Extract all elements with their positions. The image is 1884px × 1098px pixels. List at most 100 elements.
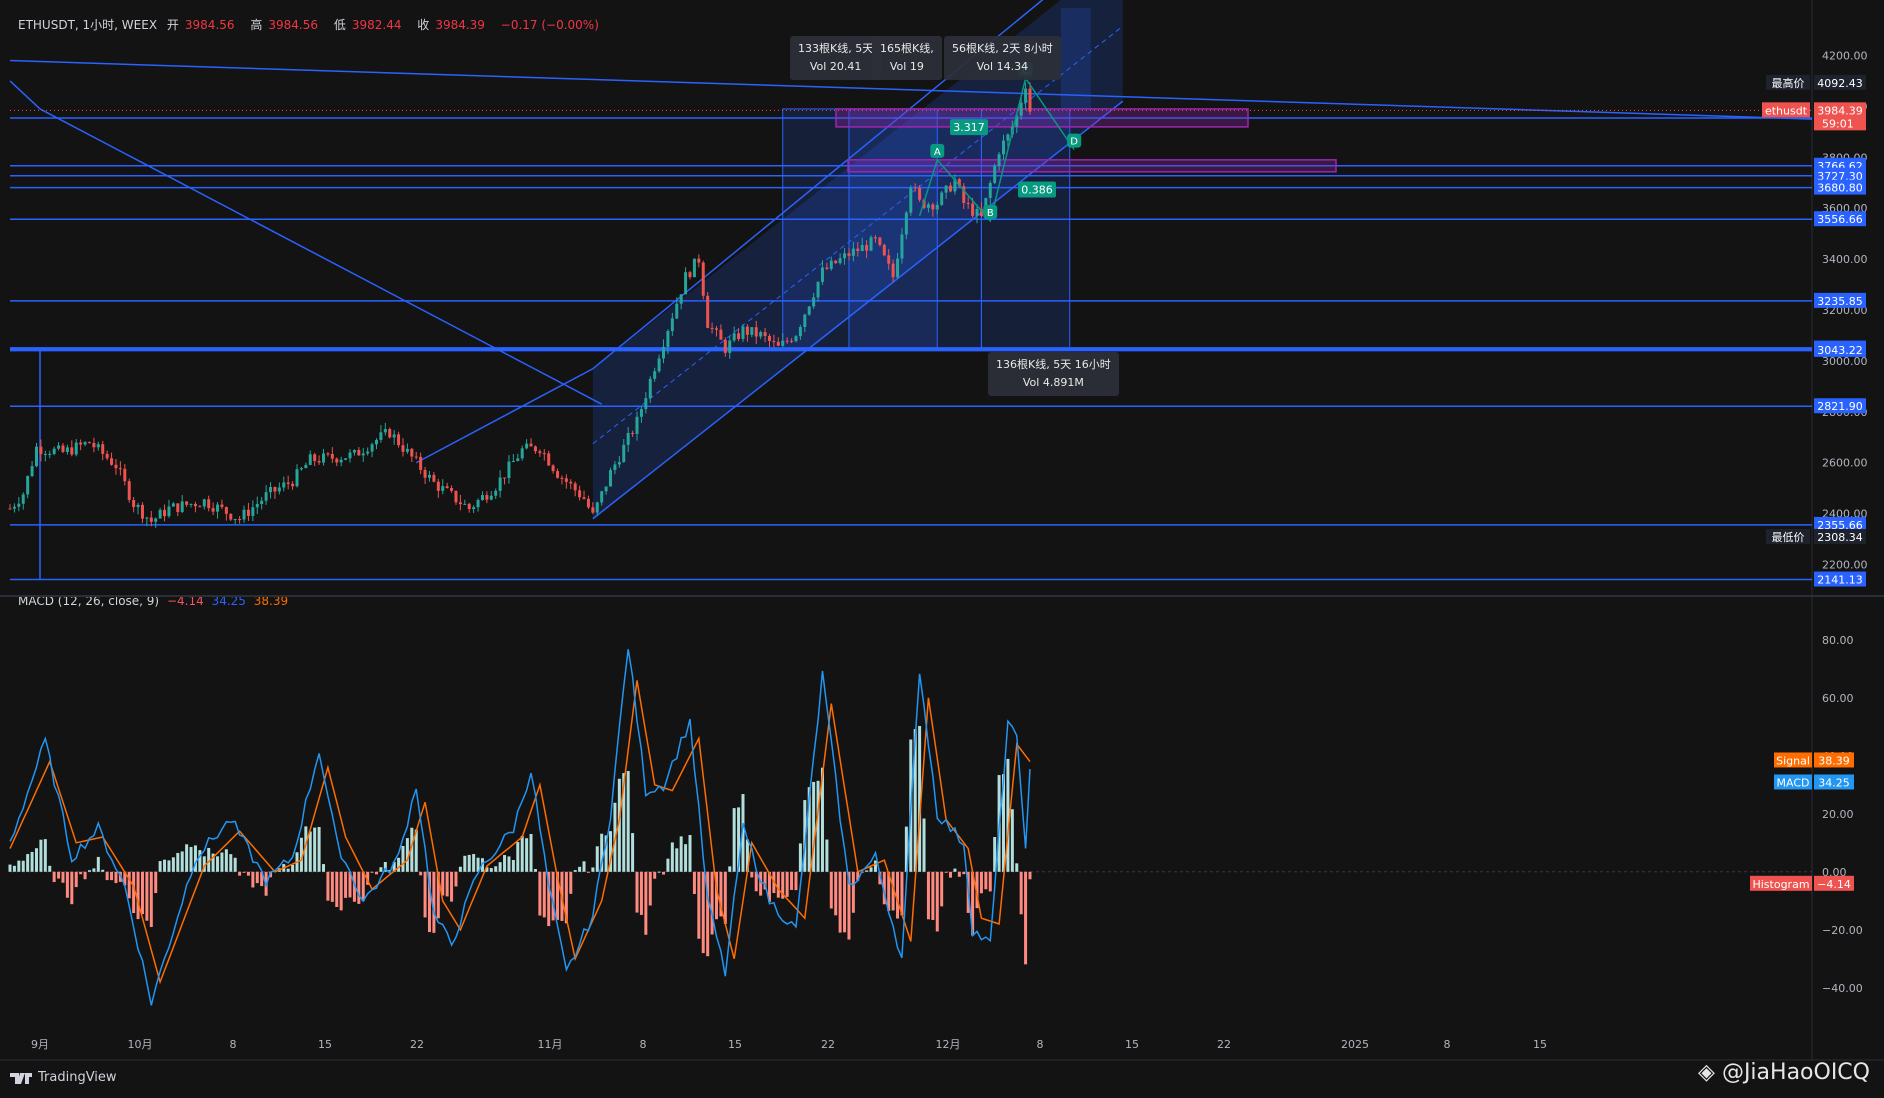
hist-bar-222 <box>988 871 992 892</box>
time-tick-10: 8 <box>1037 1038 1044 1051</box>
hist-bar-94 <box>423 871 427 918</box>
candle-body-225 <box>1002 140 1006 155</box>
range-box-3 <box>980 108 1071 350</box>
hist-bar-32 <box>149 871 153 928</box>
candle-body-140 <box>626 433 630 445</box>
candle-body-30 <box>140 504 144 519</box>
candle-body-160 <box>714 328 718 330</box>
candle-body-20 <box>96 444 100 448</box>
macd-tick: −20.00 <box>1822 924 1863 937</box>
candle-body-39 <box>180 501 184 512</box>
hist-bar-14 <box>70 871 74 905</box>
hist-bar-101 <box>454 871 458 887</box>
candle-body-11 <box>57 445 61 449</box>
candle-body-115 <box>516 458 520 461</box>
hist-bar-130 <box>582 861 586 872</box>
hist-bar-231 <box>1028 871 1032 880</box>
hist-bar-145 <box>648 871 652 906</box>
candle-body-52 <box>238 518 242 520</box>
candle-body-156 <box>697 258 701 263</box>
trendline-stub <box>9 80 41 110</box>
hist-bar-8 <box>43 839 47 872</box>
range-box-2 <box>848 108 982 350</box>
hist-bar-209 <box>931 871 935 920</box>
hist-bar-176 <box>785 871 789 897</box>
hist-bar-27 <box>127 871 131 899</box>
hist-bar-220 <box>979 871 983 894</box>
candle-body-152 <box>679 294 683 304</box>
hist-bar-50 <box>229 854 233 872</box>
hist-bar-33 <box>154 871 158 894</box>
candle-body-155 <box>692 258 696 278</box>
hist-bar-213 <box>949 871 953 878</box>
candle-body-150 <box>670 318 674 332</box>
candle-body-40 <box>185 501 189 505</box>
candle-body-167 <box>745 326 749 335</box>
hist-bar-49 <box>224 849 228 872</box>
candle-body-101 <box>454 490 458 503</box>
candle-body-12 <box>61 445 65 452</box>
macd-tick: 20.00 <box>1822 808 1854 821</box>
candle-body-175 <box>781 340 785 346</box>
hist-bar-168 <box>750 871 754 878</box>
candle-body-48 <box>220 504 224 508</box>
candle-body-223 <box>993 165 997 183</box>
hist-bar-230 <box>1024 871 1028 965</box>
candle-body-166 <box>741 326 745 339</box>
hist-bar-103 <box>463 855 467 872</box>
candle-body-19 <box>92 442 96 448</box>
candle-body-173 <box>772 341 776 343</box>
candle-body-92 <box>414 456 418 458</box>
candle-body-193 <box>860 245 864 252</box>
hist-bar-196 <box>873 860 877 872</box>
candle-body-102 <box>458 502 462 505</box>
time-tick-15: 15 <box>1533 1038 1547 1051</box>
hist-bar-80 <box>361 871 365 902</box>
candle-body-114 <box>511 460 515 462</box>
candle-body-7 <box>39 446 43 455</box>
high-marker-label: 最高价 <box>1772 76 1805 90</box>
candle-body-210 <box>935 204 939 210</box>
candle-body-2 <box>17 503 21 507</box>
candle-body-80 <box>361 453 365 456</box>
candle-body-169 <box>754 327 758 337</box>
candle-body-35 <box>163 509 167 517</box>
hist-bar-170 <box>759 871 763 896</box>
candle-body-170 <box>759 332 763 337</box>
price-chart[interactable]: ABCD3.3170.3864200.004000.003800.003600.… <box>0 0 1884 1098</box>
hist-bar-29 <box>136 871 140 920</box>
candle-body-16 <box>79 442 83 445</box>
hist-bar-30 <box>140 871 144 915</box>
candle-body-0 <box>8 508 12 510</box>
hist-bar-210 <box>935 871 939 932</box>
candle-body-109 <box>489 495 493 500</box>
candle-body-206 <box>918 187 922 200</box>
candle-body-164 <box>732 333 736 341</box>
hist-bar-118 <box>529 833 533 872</box>
countdown: 59:01 <box>1822 117 1854 130</box>
candle-body-161 <box>719 329 723 340</box>
tradingview-brand[interactable]: TradingView <box>10 1070 117 1085</box>
candle-body-158 <box>706 295 710 328</box>
candle-body-64 <box>291 483 295 487</box>
candle-body-189 <box>843 253 847 259</box>
hist-bar-201 <box>896 871 900 919</box>
candle-body-26 <box>123 468 127 482</box>
candle-body-190 <box>847 253 851 256</box>
candle-body-98 <box>441 486 445 491</box>
hist-bar-147 <box>657 871 661 873</box>
candle-body-213 <box>949 185 953 192</box>
candle-body-10 <box>52 448 56 454</box>
hist-bar-156 <box>697 871 701 939</box>
candle-body-188 <box>838 258 842 264</box>
candle-body-123 <box>551 465 555 472</box>
candle-body-62 <box>282 482 286 488</box>
hist-bar-20 <box>96 856 100 872</box>
hist-bar-4 <box>26 854 30 872</box>
hist-bar-133 <box>595 846 599 872</box>
candle-body-23 <box>110 458 114 465</box>
candle-body-108 <box>485 495 489 500</box>
hist-bar-142 <box>635 871 639 913</box>
hist-bar-0 <box>8 864 12 872</box>
hist-bar-149 <box>666 858 670 872</box>
